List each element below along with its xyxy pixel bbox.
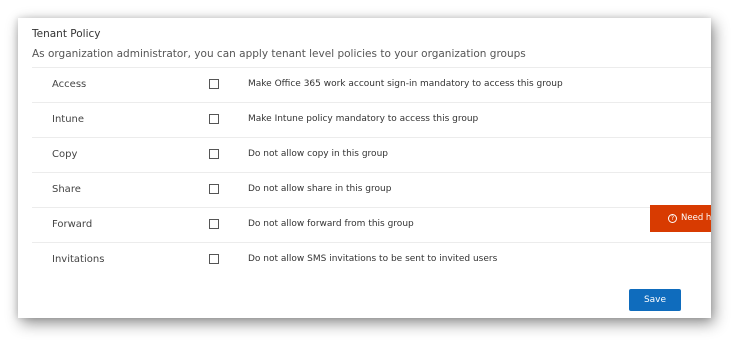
policy-row-copy: Copy Do not allow copy in this group (32, 137, 711, 172)
policy-label: Share (52, 184, 81, 195)
policy-description: Make Office 365 work account sign-in man… (248, 79, 563, 89)
policy-description: Make Intune policy mandatory to access t… (248, 114, 479, 124)
policy-checkbox-forward[interactable] (209, 219, 219, 229)
policy-description: Do not allow forward from this group (248, 219, 414, 229)
policy-row-access: Access Make Office 365 work account sign… (32, 67, 711, 102)
question-circle-icon: ? (668, 214, 677, 223)
policy-label: Intune (52, 114, 85, 125)
policy-description: Do not allow share in this group (248, 184, 392, 194)
policy-row-invitations: Invitations Do not allow SMS invitations… (32, 242, 711, 277)
policy-label: Forward (52, 219, 93, 230)
need-help-button[interactable]: ? Need he (650, 205, 711, 232)
panel-title: Tenant Policy (32, 28, 101, 40)
policy-label: Access (52, 79, 87, 90)
policy-checkbox-invitations[interactable] (209, 254, 219, 264)
policy-checkbox-copy[interactable] (209, 149, 219, 159)
policy-checkbox-access[interactable] (209, 79, 219, 89)
tenant-policy-panel: Tenant Policy As organization administra… (18, 18, 711, 318)
policy-checkbox-intune[interactable] (209, 114, 219, 124)
policy-label: Copy (52, 149, 78, 160)
save-button[interactable]: Save (629, 289, 681, 311)
policy-row-forward: Forward Do not allow forward from this g… (32, 207, 711, 242)
policy-checkbox-share[interactable] (209, 184, 219, 194)
need-help-label: Need he (681, 213, 711, 223)
policy-list: Access Make Office 365 work account sign… (32, 67, 711, 277)
policy-description: Do not allow SMS invitations to be sent … (248, 254, 498, 264)
policy-label: Invitations (52, 254, 105, 265)
policy-row-intune: Intune Make Intune policy mandatory to a… (32, 102, 711, 137)
policy-row-share: Share Do not allow share in this group (32, 172, 711, 207)
policy-description: Do not allow copy in this group (248, 149, 388, 159)
panel-subtitle: As organization administrator, you can a… (32, 48, 526, 60)
